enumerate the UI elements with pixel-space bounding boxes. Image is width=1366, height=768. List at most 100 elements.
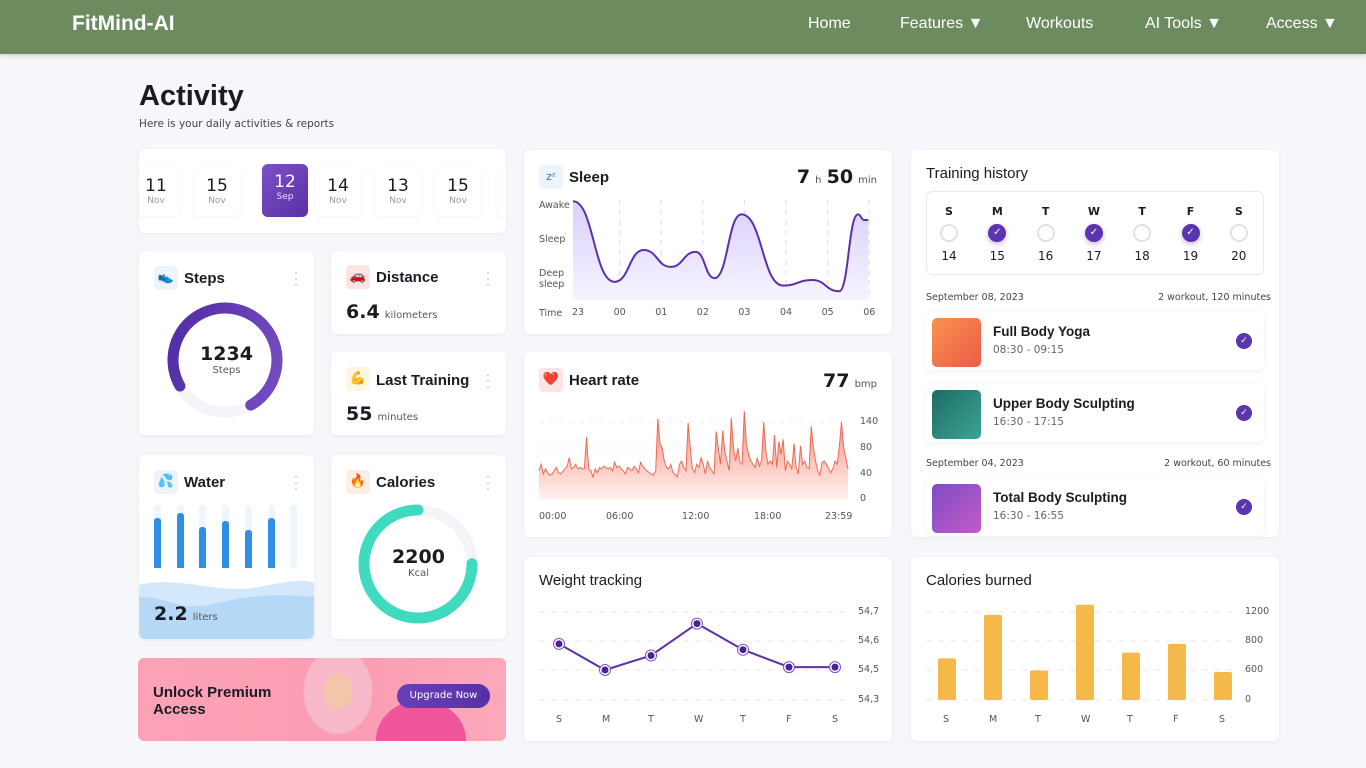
nav-ai-tools[interactable]: AI Tools ▼: [1145, 15, 1222, 33]
group-summary: 2 workout, 120 minutes: [1158, 292, 1271, 303]
more-icon[interactable]: · · ·: [293, 267, 299, 293]
check-icon: ✓: [1236, 405, 1252, 421]
weight-card: Weight tracking 54,7 54,6 54,5 54,3 S M T W T F S: [524, 557, 892, 741]
nav-access[interactable]: Access ▼: [1266, 15, 1338, 33]
nav-workouts[interactable]: Workouts: [1026, 15, 1093, 33]
calories-title: Calories: [376, 474, 436, 491]
x-tick-label: 03: [738, 307, 751, 318]
weekday-label: F: [1186, 205, 1195, 218]
water-bar-track: [290, 505, 298, 568]
date-chip[interactable]: 15 Nov: [194, 168, 240, 216]
nav-home[interactable]: Home: [808, 15, 851, 33]
group-summary: 2 workout, 60 minutes: [1164, 458, 1271, 469]
water-bar: [154, 517, 161, 568]
steps-card: 👟 Steps · · · 1234 Steps: [139, 251, 314, 435]
nav-features[interactable]: Features ▼: [900, 15, 983, 33]
weight-point: [555, 640, 563, 648]
date-chip[interactable]: 11 Nov: [139, 168, 179, 216]
more-icon[interactable]: · · ·: [293, 471, 299, 497]
weight-point: [739, 646, 747, 654]
x-tick-label: 01: [655, 307, 668, 318]
brand-logo[interactable]: FitMind-AI: [72, 12, 175, 36]
date-chip[interactable]: 13 Nov: [375, 168, 421, 216]
weight-line: [558, 622, 835, 672]
more-icon[interactable]: · · ·: [485, 369, 491, 395]
x-tick-label: 04: [780, 307, 793, 318]
x-tick-label: T: [648, 714, 654, 725]
more-icon[interactable]: · · ·: [485, 267, 491, 293]
x-tick-label: S: [943, 714, 950, 725]
water-title: Water: [184, 474, 226, 491]
empty-day-circle[interactable]: [940, 224, 958, 242]
date-day: 13: [387, 176, 409, 196]
date-chip[interactable]: [497, 168, 506, 216]
date-chip[interactable]: 14 Nov: [315, 168, 361, 216]
x-tick-label: S: [832, 714, 839, 725]
workout-thumbnail: [932, 318, 981, 367]
upgrade-now-button[interactable]: Upgrade Now: [397, 684, 490, 708]
x-tick-label: 06:00: [606, 511, 634, 522]
x-tick-label: S: [1219, 714, 1226, 725]
x-tick-label: W: [1081, 714, 1091, 725]
water-drops-icon: 💦: [154, 470, 178, 494]
distance-unit: kilometers: [384, 310, 438, 321]
x-tick-label: 00: [613, 307, 626, 318]
woman-illustration: [298, 658, 378, 741]
distance-card: 🚗 Distance · · · 6.4 kilometers: [331, 251, 506, 334]
x-tick-label: F: [1173, 714, 1179, 725]
date-month: Nov: [329, 196, 347, 206]
week-date: 14: [941, 249, 957, 263]
water-bar: [176, 513, 184, 568]
water-unit: liters: [192, 612, 218, 623]
weight-point: [831, 663, 839, 671]
calories-bar: [938, 658, 956, 700]
last-training-unit: minutes: [377, 412, 419, 423]
y-tick-label: 40: [860, 468, 873, 479]
group-date: September 04, 2023: [926, 458, 1024, 469]
date-month: Nov: [449, 196, 467, 206]
workout-item[interactable]: Full Body Yoga 08:30 - 09:15 ✓: [926, 312, 1264, 370]
workout-time: 16:30 - 16:55: [993, 510, 1064, 522]
check-icon[interactable]: ✓: [1084, 224, 1103, 242]
date-day: 12: [274, 172, 296, 192]
workout-time: 16:30 - 17:15: [993, 416, 1064, 428]
workout-item[interactable]: Total Body Sculpting 16:30 - 16:55 ✓: [926, 478, 1264, 536]
weekday-label: W: [1087, 205, 1100, 218]
date-day: 14: [327, 176, 349, 196]
check-icon[interactable]: ✓: [1181, 224, 1200, 242]
x-tick-label: 23:59: [825, 511, 853, 522]
distance-title: Distance: [376, 269, 439, 286]
steps-title: Steps: [184, 270, 225, 287]
empty-day-circle[interactable]: [1036, 224, 1055, 242]
workout-item[interactable]: Upper Body Sculpting 16:30 - 17:15 ✓: [926, 384, 1264, 442]
date-chip[interactable]: 12 Sep: [262, 164, 308, 217]
date-day: 11: [145, 176, 167, 196]
date-month: Nov: [389, 196, 407, 206]
x-tick-label: 02: [696, 307, 709, 318]
calories-bar: [1030, 670, 1048, 700]
date-day: 15: [447, 176, 469, 196]
x-tick-label: 06: [863, 307, 876, 318]
workout-name: Full Body Yoga: [993, 324, 1091, 339]
check-icon: ✓: [1236, 333, 1252, 349]
y-tick-label: 0: [860, 493, 867, 504]
x-tick-label: S: [556, 714, 563, 725]
workout-time: 08:30 - 09:15: [993, 344, 1064, 356]
date-chip[interactable]: 15 Nov: [435, 168, 481, 216]
date-month: Nov: [208, 196, 226, 206]
empty-day-circle[interactable]: [1229, 224, 1248, 242]
weight-point: [693, 620, 701, 628]
more-icon[interactable]: · · ·: [485, 471, 491, 497]
x-tick-label: 05: [821, 307, 834, 318]
x-tick-label: F: [786, 714, 792, 725]
training-history-card: Training history S 14 M ✓ 15 T 16 W ✓ 17 T 18 F ✓ 19 S 2…: [911, 150, 1279, 537]
page-subtitle: Here is your daily activities & reports: [139, 118, 335, 130]
x-tick-label: T: [740, 714, 746, 725]
shoe-icon: 👟: [154, 266, 178, 290]
weekday-label: T: [1138, 205, 1146, 218]
distance-value: 6.4: [346, 301, 380, 323]
y-tick-label: 140: [860, 416, 879, 427]
water-value: 2.2: [154, 603, 188, 625]
weekday-label: S: [1234, 205, 1243, 218]
steps-value: 1234: [200, 343, 253, 365]
